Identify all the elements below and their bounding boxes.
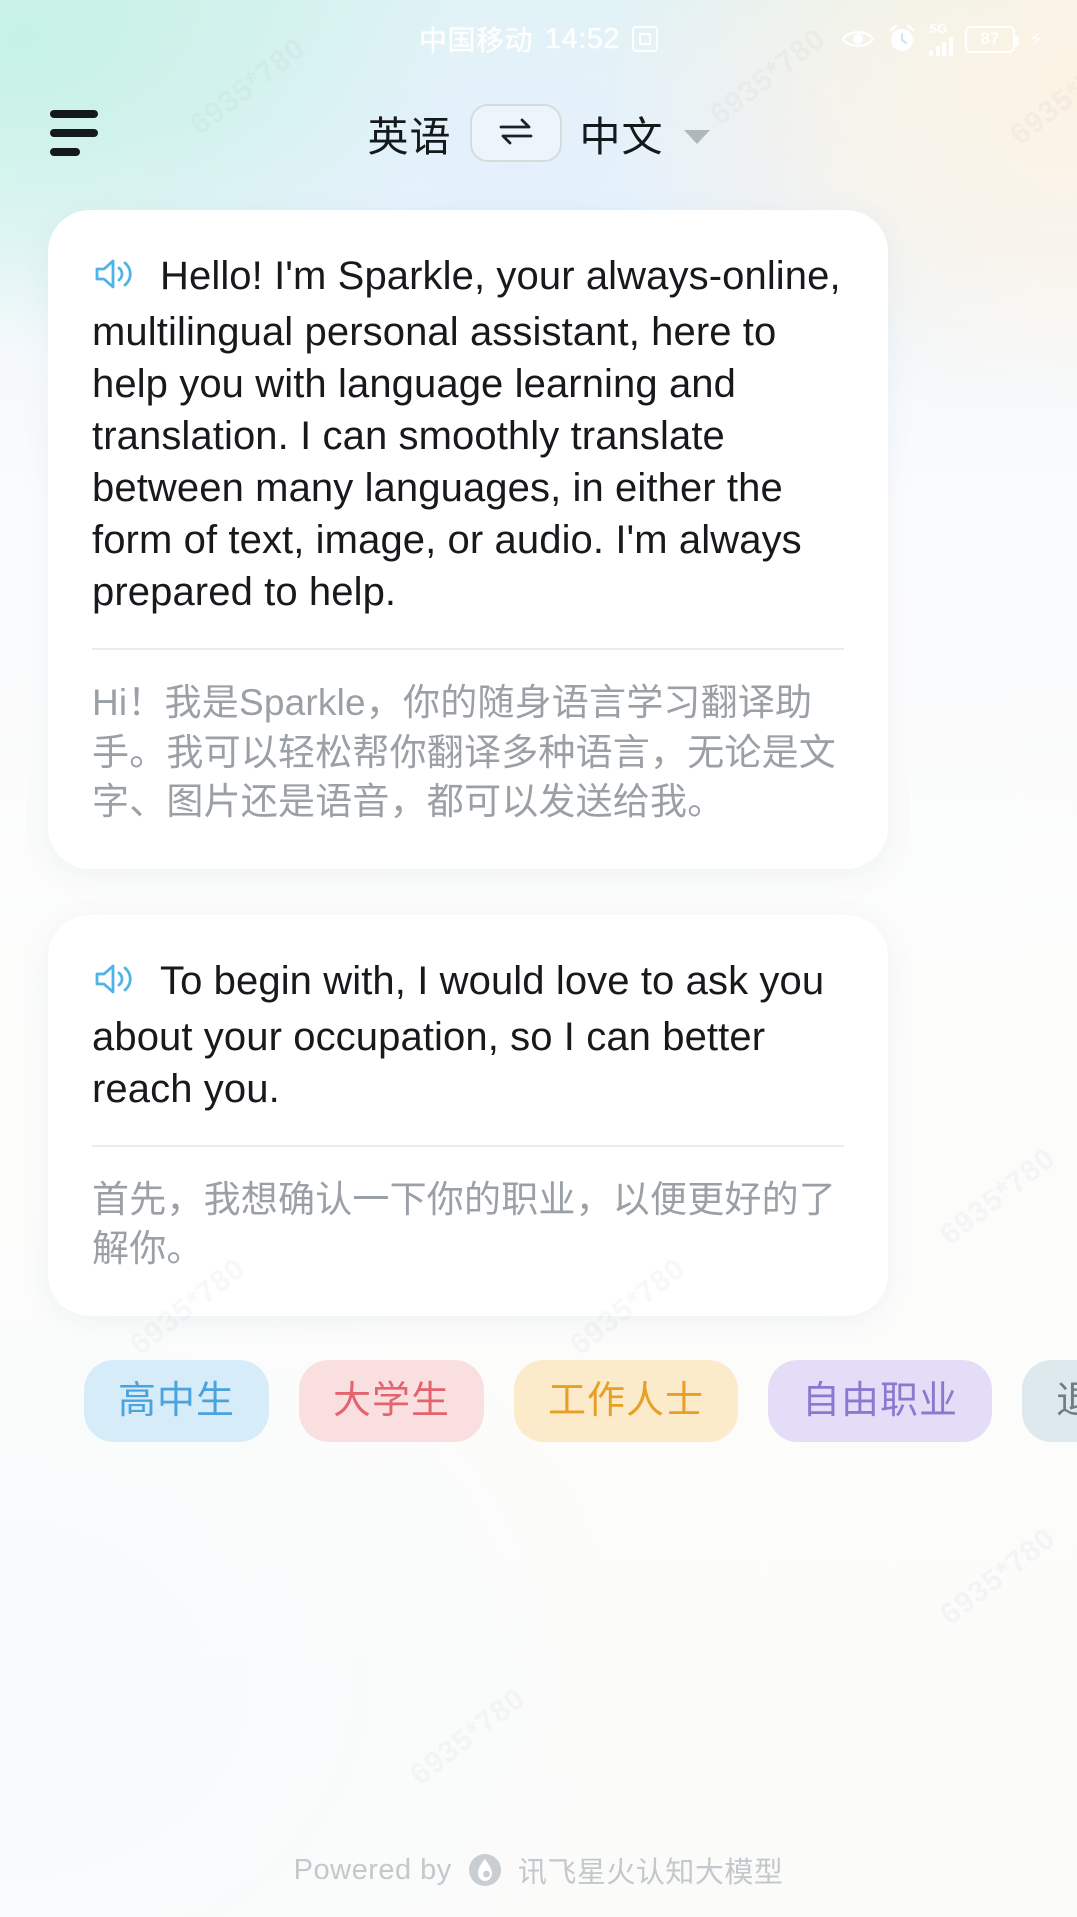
target-language-label[interactable]: 中文 [580,103,664,163]
message-primary-text: To begin with, I would love to ask you a… [92,958,825,1111]
watermark: 6935*780 [933,1521,1062,1632]
network-type-label: 5G [929,21,948,36]
spark-flame-icon [466,1851,504,1889]
chat-message-list: Hello! I'm Sparkle, your always-online, … [0,188,1077,1316]
hamburger-menu-icon[interactable] [48,104,100,162]
message-primary-text: Hello! I'm Sparkle, your always-online, … [92,254,841,614]
signal-bars-icon: 5G [929,22,953,56]
status-bar-center: 中国移动 14:52 [418,19,659,59]
message-secondary-text: 首先，我想确认一下你的职业，以便更好的了解你。 [92,1178,836,1270]
clock-label: 14:52 [544,22,621,55]
speaker-volume-icon[interactable] [92,254,138,306]
speaker-volume-icon[interactable] [92,959,138,1011]
carrier-label: 中国移动 [418,25,533,56]
watermark: 6935*780 [403,1681,532,1792]
sim-card-icon [632,26,659,52]
message-primary-text-row: Hello! I'm Sparkle, your always-online, … [92,250,844,618]
message-divider [92,648,844,650]
suggestion-chip-list[interactable]: 高中生 大学生 工作人士 自由职业 退休 [0,1316,1077,1442]
eye-care-icon [841,28,875,50]
alarm-clock-icon [887,24,917,54]
app-root: 6935*780 6935*780 6935*780 6935*780 6935… [0,0,1077,1917]
suggestion-chip[interactable]: 大学生 [299,1359,485,1442]
status-bar-right: 5G 87 ⚡ [841,22,1043,56]
brand-name-label: 讯飞星火认知大模型 [517,1857,784,1889]
powered-by-footer: Powered by 讯飞星火认知大模型 [0,1849,1077,1891]
suggestion-chip[interactable]: 退休 [1022,1359,1077,1442]
top-nav-bar: 英语 中文 [0,78,1077,188]
status-bar: 中国移动 14:52 5G 87 ⚡ [0,0,1077,78]
suggestion-chip[interactable]: 自由职业 [768,1359,993,1442]
charging-bolt-icon: ⚡ [1028,28,1043,51]
source-language-label[interactable]: 英语 [368,103,452,163]
message-divider [92,1144,844,1147]
chat-message-bubble[interactable]: To begin with, I would love to ask you a… [48,914,888,1316]
chat-message-bubble[interactable]: Hello! I'm Sparkle, your always-online, … [48,210,888,869]
message-secondary-text: Hi！我是Sparkle，你的随身语言学习翻译助手。我可以轻松帮你翻译多种语言，… [92,682,836,823]
language-switcher: 英语 中文 [368,103,710,163]
suggestion-chip[interactable]: 高中生 [84,1359,270,1442]
battery-level-label: 87 [980,29,1000,48]
battery-indicator: 87 [964,25,1019,53]
chevron-down-icon[interactable] [683,130,710,144]
suggestion-chip[interactable]: 工作人士 [514,1359,739,1442]
powered-by-label: Powered by [293,1853,452,1886]
swap-languages-button[interactable] [469,104,562,162]
message-primary-text-row: To begin with, I would love to ask you a… [92,955,844,1115]
swap-arrows-icon [495,116,537,151]
